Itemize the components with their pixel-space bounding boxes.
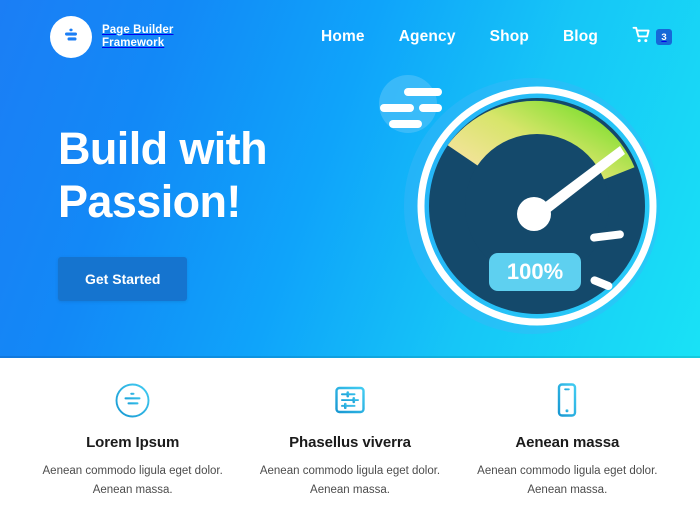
feature-description: Aenean commodo ligula eget dolor. Aenean… [42,465,223,496]
feature-title: Aenean massa [515,434,620,451]
features-section: Lorem Ipsum Aenean commodo ligula eget d… [0,358,700,525]
hero-title: Build with Passion! [58,123,268,227]
cart-count-badge: 3 [656,29,672,45]
feature-card-aenean-massa: Aenean massa Aenean commodo ligula eget … [459,380,676,525]
speedometer-gauge-illustration: 100% [372,66,672,336]
speed-lines-icon [379,75,442,133]
nav-item-agency[interactable]: Agency [399,28,456,46]
main-navigation: Home Agency Shop Blog 3 [321,26,672,49]
feature-title: Phasellus viverra [289,434,411,451]
feature-description: Aenean commodo ligula eget dolor. Aenean… [477,465,658,496]
nav-item-home[interactable]: Home [321,28,365,46]
cart-button[interactable]: 3 [632,26,672,49]
site-header: Page Builder Framework Home Agency Shop … [0,0,700,74]
hero-section: Page Builder Framework Home Agency Shop … [0,0,700,358]
feature-description: Aenean commodo ligula eget dolor. Aenean… [259,465,441,496]
sliders-circle-icon [50,16,92,58]
feature-card-phasellus-viverra: Phasellus viverra Aenean commodo ligula … [241,380,458,525]
feature-title: Lorem Ipsum [86,434,180,451]
sliders-circle-outline-icon [114,380,151,420]
brand-name: Page Builder Framework [102,24,174,49]
nav-item-blog[interactable]: Blog [563,28,598,46]
brand-logo[interactable]: Page Builder Framework [50,16,174,58]
mobile-device-icon [555,380,579,420]
page-root: Page Builder Framework Home Agency Shop … [0,0,700,525]
nav-item-shop[interactable]: Shop [490,28,529,46]
settings-panel-icon [333,380,367,420]
shopping-cart-icon [632,26,651,49]
get-started-button[interactable]: Get Started [58,257,188,301]
gauge-value-badge: 100% [489,253,581,291]
svg-text:100%: 100% [507,259,563,284]
feature-card-lorem-ipsum: Lorem Ipsum Aenean commodo ligula eget d… [24,380,241,525]
hero-copy: Build with Passion! Get Started [58,122,378,301]
